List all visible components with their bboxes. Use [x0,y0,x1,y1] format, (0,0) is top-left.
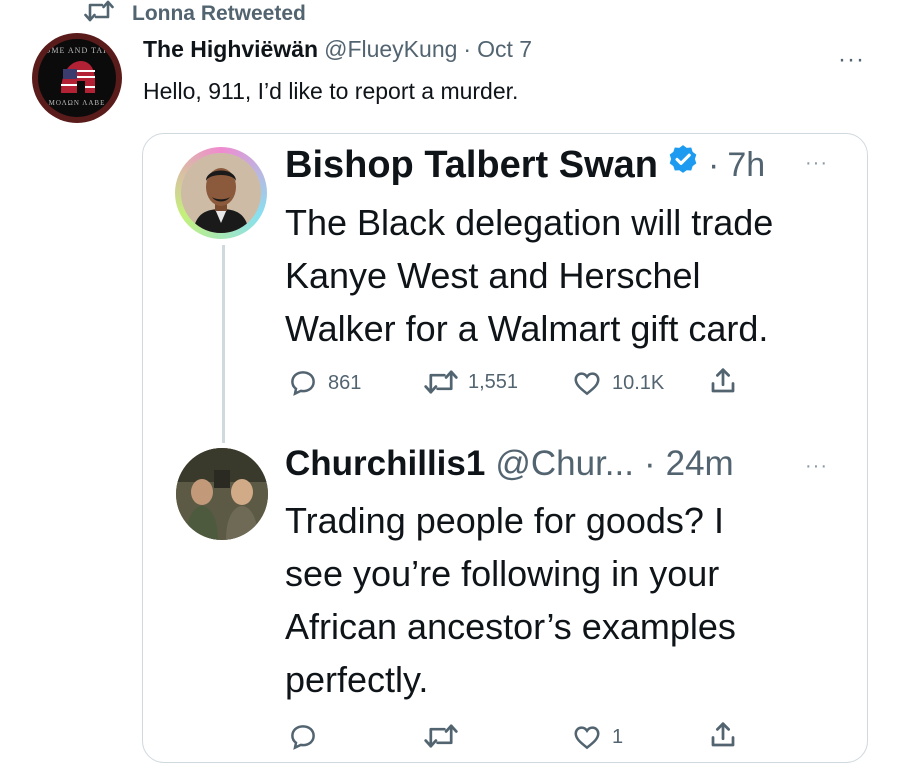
avatar[interactable]: COME AND TAKE ΜΟΛΩΝ ΛΑΒΕ [32,33,122,123]
reply-tweet-header: Churchillis1 @Chur... · 24m [285,444,734,484]
timestamp[interactable]: 24m [666,444,734,484]
tweet-line: Kanye West and Herschel [285,255,701,296]
display-name[interactable]: Bishop Talbert Swan [285,144,658,187]
retweet-button[interactable] [424,722,468,750]
retweet-icon [424,370,458,394]
separator: · [463,36,472,62]
handle[interactable]: @FlueyKung [324,36,457,63]
like-button[interactable]: 1 [572,722,623,752]
tweet-line: Walker for a Walmart gift card. [285,308,769,349]
avatar-caption-top: COME AND TAKE [38,46,116,55]
tweet-header: The Highviëwän @FlueyKung · Oct 7 [143,36,532,63]
share-button[interactable] [708,366,738,396]
verified-badge-icon [666,143,700,187]
spartan-helmet-flag-icon [61,61,95,93]
separator: · [708,145,720,184]
share-button[interactable] [708,720,738,750]
retweeted-by-label[interactable]: Lonna Retweeted [132,2,306,26]
more-icon[interactable]: ··· [805,152,828,175]
avatar-bishop[interactable] [175,147,267,239]
display-name[interactable]: The Highviëwän [143,36,318,63]
retweet-count: 1,551 [468,370,519,393]
tweet-line: African ancestor’s examples [285,606,736,647]
avatar-churchillis1[interactable] [176,448,268,540]
reply-button[interactable]: 861 [288,368,361,398]
quoted-tweet-header: Bishop Talbert Swan · 7h [285,143,765,187]
display-name[interactable]: Churchillis1 [285,444,485,484]
reply-count: 861 [328,371,362,394]
reply-button[interactable] [288,722,328,752]
reply-icon [291,371,315,396]
thread-connector-line [222,245,225,443]
retweet-icon [84,0,114,27]
tweet-line: The Black delegation will trade [285,202,774,243]
portrait-image [181,153,261,233]
avatar-caption-bottom: ΜΟΛΩΝ ΛΑΒΕ [48,99,106,107]
share-icon [711,722,735,747]
reply-tweet-text: Trading people for goods? I see you’re f… [285,494,845,706]
timestamp[interactable]: 7h [727,146,765,185]
tweet-text: Hello, 911, I’d like to report a murder. [143,78,519,104]
like-button[interactable]: 10.1K [572,368,664,398]
tweet-line: perfectly. [285,659,429,700]
like-icon [574,726,600,750]
retweet-icon [424,724,458,748]
timestamp[interactable]: Oct 7 [477,36,532,63]
reply-icon [291,725,315,750]
like-icon [574,372,600,396]
more-icon[interactable]: ··· [805,455,828,478]
handle[interactable]: @Chur... [495,444,634,484]
like-count: 1 [612,725,624,748]
retweet-button[interactable]: 1,551 [424,368,518,396]
more-icon[interactable]: ··· [838,46,865,74]
retweet-context: Lonna Retweeted [84,0,306,27]
separator: · [643,444,656,483]
tweet-line: Trading people for goods? I [285,500,724,541]
quoted-tweet-text: The Black delegation will trade Kanye We… [285,196,855,355]
group-photo-image [176,448,268,540]
share-icon [711,368,735,393]
like-count: 10.1K [612,371,665,394]
tweet-line: see you’re following in your [285,553,720,594]
